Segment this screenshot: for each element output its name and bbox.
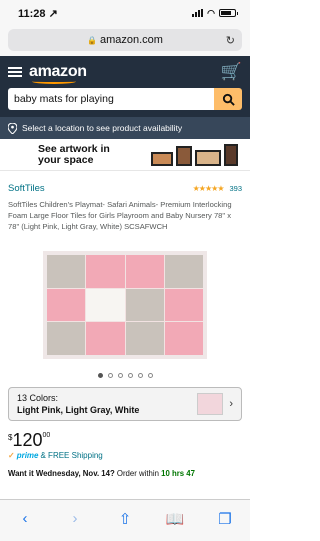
playmat-tile: [47, 288, 86, 322]
colors-value: Light Pink, Light Gray, White: [17, 405, 140, 415]
carousel-dot[interactable]: [107, 373, 113, 378]
forward-icon[interactable]: ›: [63, 510, 87, 527]
colors-count: 13 Colors:: [17, 393, 59, 403]
url-text: amazon.com: [99, 34, 163, 46]
delivery-message: Want it Wednesday, Nov. 14? Order within…: [8, 469, 195, 478]
share-icon[interactable]: ⇧: [113, 510, 137, 528]
brand-row: SoftTiles ★★★★★ 393: [0, 171, 250, 195]
playmat-tile: [164, 322, 203, 355]
playmat-tile: [125, 322, 164, 355]
search-input[interactable]: [8, 88, 214, 110]
amazon-header: amazon 🛒: [0, 56, 250, 117]
playmat-tile: [164, 255, 203, 288]
product-title: SoftTiles Children's Playmat- Safari Ani…: [8, 200, 232, 231]
cart-icon[interactable]: 🛒: [221, 62, 242, 82]
color-swatch-image: [197, 393, 224, 415]
brand-link[interactable]: SoftTiles: [8, 183, 45, 194]
bookmarks-icon[interactable]: 📖: [163, 510, 187, 528]
signal-icon: [192, 9, 204, 17]
browser-chrome: 🔒 amazon.com ↻: [0, 26, 250, 56]
playmat-tile: [125, 288, 164, 322]
wifi-icon: ◠: [207, 7, 215, 18]
status-bar: 11:28 ↗ ◠: [0, 0, 250, 26]
playmat-tile: [47, 322, 86, 355]
artwork-banner[interactable]: See artwork in your space: [0, 139, 250, 171]
location-bar[interactable]: Select a location to see product availab…: [0, 117, 250, 139]
hamburger-menu-icon[interactable]: [8, 67, 22, 77]
carousel-dot[interactable]: [97, 373, 103, 378]
carousel-dot[interactable]: [137, 373, 143, 378]
reload-icon[interactable]: ↻: [226, 34, 235, 47]
prime-check-icon: ✓: [8, 451, 15, 460]
playmat-tile: [125, 255, 164, 288]
banner-text: See artwork in your space: [38, 142, 110, 166]
color-selector[interactable]: 13 Colors: Light Pink, Light Gray, White…: [8, 387, 242, 421]
safari-toolbar: ‹ › ⇧ 📖 ❐: [0, 499, 250, 541]
battery-icon: [219, 9, 238, 17]
search-button[interactable]: [214, 88, 242, 110]
status-icons: ◠: [192, 7, 238, 19]
lock-icon: 🔒: [87, 35, 97, 45]
image-carousel-dots[interactable]: [0, 373, 250, 381]
star-rating-icon[interactable]: ★★★★★: [193, 184, 225, 193]
carousel-dot[interactable]: [127, 373, 133, 378]
search-icon: [222, 93, 235, 106]
playmat-tile: [86, 255, 125, 288]
playmat-tile: [164, 288, 203, 322]
chevron-right-icon: ›: [229, 398, 233, 410]
prime-logo: prime: [16, 451, 39, 460]
tabs-icon[interactable]: ❐: [213, 510, 237, 528]
carousel-dot[interactable]: [117, 373, 123, 378]
search-bar: [8, 88, 242, 110]
price: $ 120 00: [8, 430, 51, 450]
playmat-tile: [86, 322, 125, 355]
free-shipping-link[interactable]: & FREE Shipping: [41, 451, 103, 460]
product-image[interactable]: [43, 251, 207, 359]
carousel-dot[interactable]: [147, 373, 153, 378]
playmat-tile: [86, 288, 125, 322]
location-pin-icon: [8, 122, 17, 134]
back-icon[interactable]: ‹: [13, 510, 37, 527]
playmat-tile: [47, 255, 86, 288]
review-count[interactable]: 393: [229, 184, 242, 193]
status-time: 11:28 ↗: [18, 7, 58, 20]
amazon-logo[interactable]: amazon: [29, 63, 87, 84]
url-bar[interactable]: 🔒 amazon.com ↻: [8, 29, 242, 51]
location-label: Select a location to see product availab…: [22, 123, 183, 133]
banner-art-image: [151, 143, 238, 166]
